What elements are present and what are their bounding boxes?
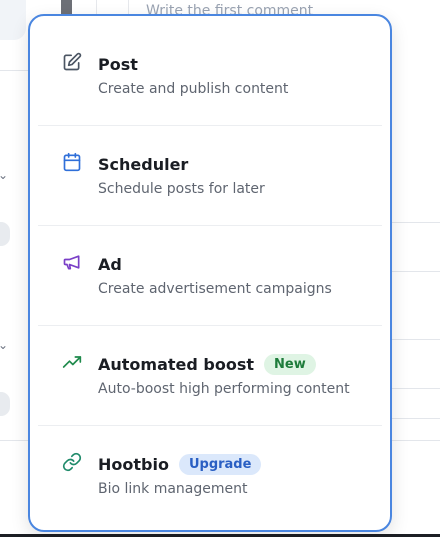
new-badge: New: [264, 353, 316, 375]
menu-item-title: Ad: [98, 254, 122, 274]
menu-item-automated-boost[interactable]: Automated boost New Auto-boost high perf…: [38, 326, 382, 426]
background-toggle[interactable]: [0, 222, 10, 246]
background-divider: [392, 418, 440, 419]
menu-item-title: Scheduler: [98, 154, 189, 174]
menu-item-description: Create advertisement campaigns: [98, 281, 332, 297]
background-divider: [392, 271, 440, 272]
background-divider: [392, 339, 440, 340]
background-divider: [392, 388, 440, 389]
menu-item-title: Post: [98, 54, 138, 74]
chevron-down-icon[interactable]: ⌄: [0, 168, 8, 182]
upgrade-badge[interactable]: Upgrade: [178, 453, 262, 475]
menu-item-hootbio[interactable]: Hootbio Upgrade Bio link management: [38, 426, 382, 526]
background-card: [0, 0, 26, 40]
menu-item-title: Automated boost: [98, 354, 255, 374]
calendar-icon: [62, 152, 86, 176]
menu-item-description: Create and publish content: [98, 81, 289, 97]
menu-item-ad[interactable]: Ad Create advertisement campaigns: [38, 226, 382, 326]
menu-item-scheduler[interactable]: Scheduler Schedule posts for later: [38, 126, 382, 226]
background-divider: [392, 440, 440, 441]
menu-item-title: Hootbio: [98, 454, 169, 474]
background-divider: [0, 440, 28, 441]
background-divider: [392, 222, 440, 223]
background-toggle[interactable]: [0, 392, 10, 416]
background-divider: [0, 70, 28, 71]
menu-item-description: Schedule posts for later: [98, 181, 265, 197]
link-icon: [62, 452, 86, 476]
create-menu: Post Create and publish content Schedule…: [28, 14, 392, 532]
megaphone-icon: [62, 252, 86, 276]
edit-icon: [62, 52, 86, 76]
menu-item-description: Bio link management: [98, 481, 248, 497]
menu-item-post[interactable]: Post Create and publish content: [38, 26, 382, 126]
menu-item-description: Auto-boost high performing content: [98, 381, 350, 397]
chevron-down-icon[interactable]: ⌄: [0, 338, 8, 352]
trending-up-icon: [62, 352, 86, 376]
